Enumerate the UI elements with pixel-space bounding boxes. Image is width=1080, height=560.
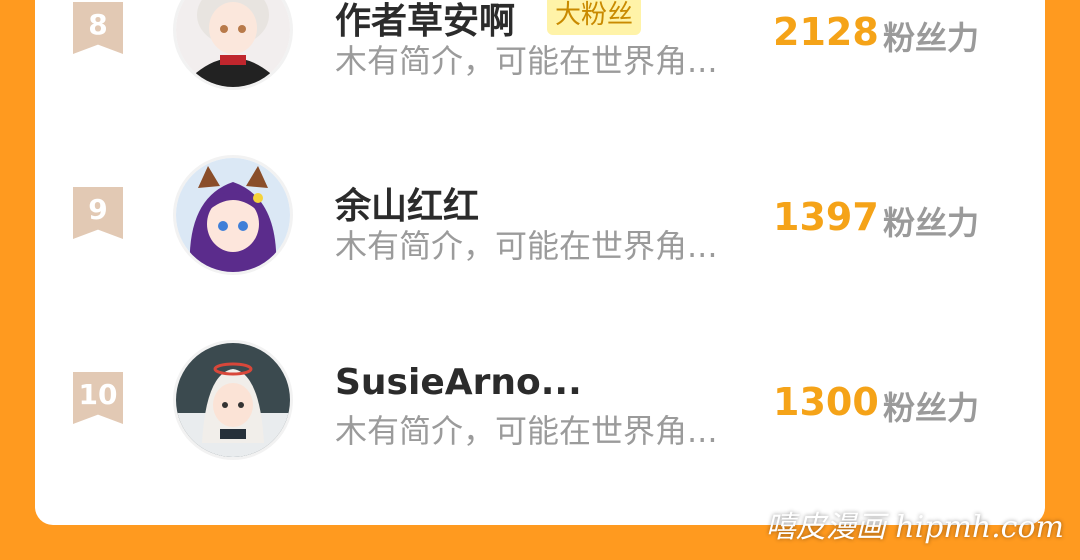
- fan-power-unit: 粉丝力: [883, 19, 980, 57]
- rank-number: 8: [88, 8, 108, 41]
- user-description: 木有简介，可能在世界角...: [335, 412, 718, 450]
- user-name[interactable]: SusieArno...: [335, 362, 582, 403]
- rank-ribbon: 10: [73, 372, 123, 424]
- fan-power-score: 2128: [773, 10, 879, 54]
- fan-power-score: 1300: [773, 380, 879, 424]
- avatar[interactable]: [173, 340, 293, 460]
- fan-power-score: 1397: [773, 195, 879, 239]
- fan-power-unit: 粉丝力: [883, 389, 980, 427]
- rank-ribbon: 8: [73, 2, 123, 54]
- avatar-image: [176, 0, 290, 87]
- site-watermark: 嘻皮漫画 hipmh.com: [765, 510, 1064, 545]
- avatar[interactable]: [173, 0, 293, 90]
- avatar-image: [176, 158, 290, 272]
- avatar[interactable]: [173, 155, 293, 275]
- fan-level-badge: 大粉丝: [547, 0, 642, 35]
- rank-ribbon: 9: [73, 187, 123, 239]
- user-description: 木有简介，可能在世界角...: [335, 227, 718, 265]
- user-description: 木有简介，可能在世界角...: [335, 42, 718, 80]
- ranking-row[interactable]: 8 作者草安啊 大粉丝 木有简介，可能在世界角... 2128 粉丝力: [35, 0, 1045, 120]
- rank-number: 9: [88, 193, 108, 226]
- ranking-row[interactable]: 10 SusieArno... 木有简介，可能在世界角... 1300 粉丝力: [35, 340, 1045, 490]
- ranking-row[interactable]: 9 余山红红 木有简介，可能在世界角... 1397 粉丝力: [35, 155, 1045, 305]
- avatar-image: [176, 343, 290, 457]
- ranking-card: 8 作者草安啊 大粉丝 木有简介，可能在世界角... 2128 粉丝力 9 余山…: [35, 0, 1045, 525]
- rank-number: 10: [78, 378, 118, 411]
- fan-power-unit: 粉丝力: [883, 204, 980, 242]
